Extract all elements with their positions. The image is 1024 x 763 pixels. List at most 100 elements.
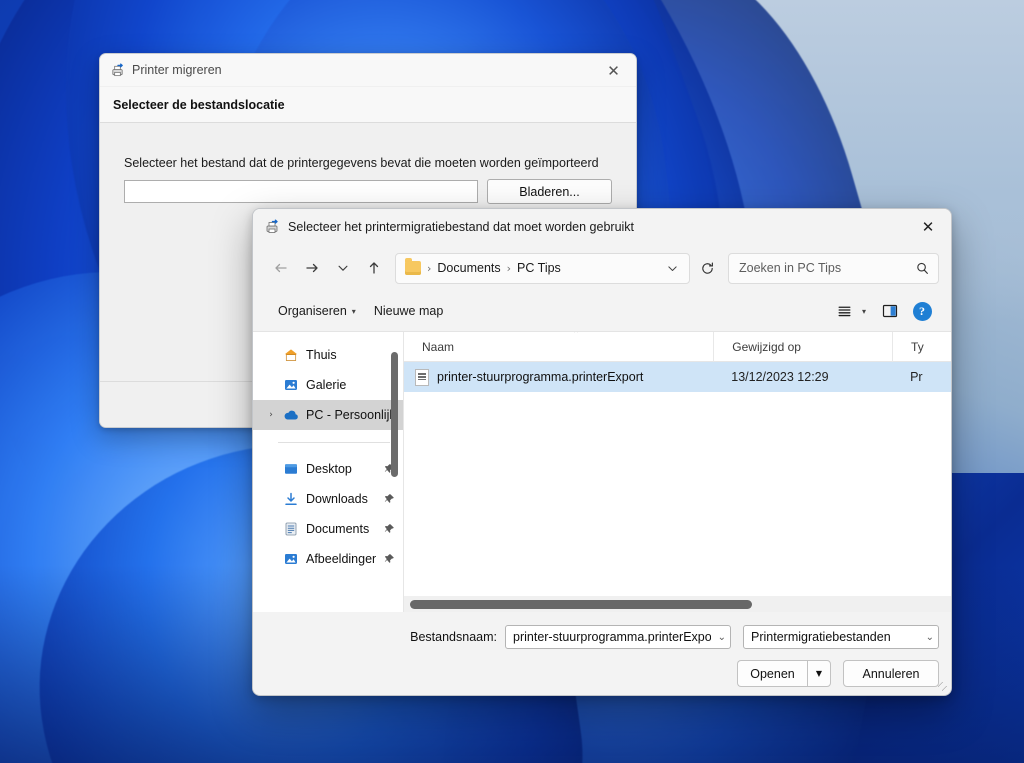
breadcrumb-item-documents[interactable]: Documents bbox=[437, 261, 500, 275]
sidebar-item-label: Thuis bbox=[306, 348, 395, 362]
chevron-down-icon[interactable]: ⌄ bbox=[711, 632, 726, 643]
column-header-naam[interactable]: Naam ⌃ bbox=[404, 332, 713, 362]
desktop-icon bbox=[283, 461, 299, 477]
wizard-title-text: Printer migreren bbox=[132, 63, 222, 77]
sidebar-item-downloads[interactable]: Downloads bbox=[253, 484, 403, 514]
sidebar-scrollbar[interactable] bbox=[390, 340, 401, 608]
column-header-gewijzigd-op[interactable]: Gewijzigd op bbox=[713, 332, 892, 362]
file-open-dialog: Selecteer het printermigratiebestand dat… bbox=[252, 208, 952, 696]
column-header-type[interactable]: Ty bbox=[892, 332, 951, 362]
wizard-heading: Selecteer de bestandslocatie bbox=[100, 87, 636, 123]
sidebar-item-afbeeldingen[interactable]: Afbeeldingen bbox=[253, 544, 403, 574]
refresh-icon[interactable] bbox=[692, 253, 722, 284]
breadcrumb-separator: › bbox=[427, 262, 431, 275]
sidebar-item-label: Desktop bbox=[306, 462, 376, 476]
file-type-filter-select[interactable]: Printermigratiebestanden ⌄ bbox=[743, 625, 939, 649]
wizard-path-input[interactable] bbox=[124, 180, 478, 203]
sidebar-item-galerie[interactable]: Galerie bbox=[253, 370, 403, 400]
sidebar-item-label: Downloads bbox=[306, 492, 376, 506]
new-folder-button[interactable]: Nieuwe map bbox=[365, 297, 452, 325]
file-dialog-close-button[interactable]: ✕ bbox=[905, 209, 951, 245]
expand-chevron-right-icon[interactable]: › bbox=[264, 400, 278, 430]
sidebar-item-documents[interactable]: Documents bbox=[253, 514, 403, 544]
dialog-content: Thuis Galerie › PC - Persoonlijk bbox=[253, 331, 951, 612]
column-header-label: Gewijzigd op bbox=[732, 340, 801, 354]
sidebar-item-label: PC - Persoonlijk bbox=[306, 408, 395, 422]
organize-label: Organiseren bbox=[278, 304, 347, 318]
file-date-cell: 13/12/2023 12:29 bbox=[713, 370, 892, 384]
preview-pane-icon[interactable] bbox=[875, 297, 905, 325]
chevron-down-icon[interactable]: ⌄ bbox=[919, 632, 934, 643]
filename-row: Bestandsnaam: printer-stuurprogramma.pri… bbox=[410, 625, 939, 649]
chevron-down-icon[interactable] bbox=[327, 253, 358, 284]
horizontal-scrollbar-thumb[interactable] bbox=[410, 600, 752, 609]
file-dialog-title-text: Selecteer het printermigratiebestand dat… bbox=[288, 220, 634, 234]
wizard-description: Selecteer het bestand dat de printergege… bbox=[124, 156, 612, 170]
filename-label: Bestandsnaam: bbox=[410, 630, 497, 644]
new-folder-label: Nieuwe map bbox=[374, 304, 443, 318]
breadcrumb[interactable]: › Documents › PC Tips bbox=[395, 253, 690, 284]
file-name-cell: printer-stuurprogramma.printerExport bbox=[404, 369, 713, 386]
arrow-left-icon[interactable] bbox=[265, 253, 296, 284]
filename-value: printer-stuurprogramma.printerExport bbox=[513, 630, 711, 644]
file-dialog-title-bar: Selecteer het printermigratiebestand dat… bbox=[253, 209, 951, 245]
footer-button-row: Openen ▼ Annuleren bbox=[737, 660, 939, 687]
column-header-label: Ty bbox=[911, 340, 924, 354]
breadcrumb-item-pc-tips[interactable]: PC Tips bbox=[517, 261, 561, 275]
column-header-label: Naam bbox=[422, 340, 454, 354]
arrow-right-icon[interactable] bbox=[296, 253, 327, 284]
onedrive-cloud-icon bbox=[283, 408, 299, 422]
sidebar-item-desktop[interactable]: Desktop bbox=[253, 454, 403, 484]
browse-button[interactable]: Bladeren... bbox=[487, 179, 612, 204]
breadcrumb-chevron-down-icon[interactable] bbox=[659, 255, 685, 282]
printer-migrate-icon bbox=[264, 219, 280, 235]
navigation-pane-scroll: Thuis Galerie › PC - Persoonlijk bbox=[253, 332, 403, 574]
help-glyph: ? bbox=[913, 302, 932, 321]
file-name-label: printer-stuurprogramma.printerExport bbox=[437, 370, 643, 384]
dialog-footer: Bestandsnaam: printer-stuurprogramma.pri… bbox=[253, 612, 951, 694]
cancel-button[interactable]: Annuleren bbox=[843, 660, 939, 687]
file-list-pane: Naam ⌃ Gewijzigd op Ty printer-stuurprog… bbox=[403, 332, 951, 612]
open-button[interactable]: Openen bbox=[737, 660, 807, 687]
search-icon[interactable] bbox=[915, 261, 930, 276]
view-list-icon[interactable] bbox=[830, 297, 860, 325]
command-toolbar: Organiseren ▾ Nieuwe map ▾ ? bbox=[253, 291, 951, 331]
sidebar-item-pc-persoonlijk[interactable]: › PC - Persoonlijk bbox=[253, 400, 403, 430]
table-row[interactable]: printer-stuurprogramma.printerExport 13/… bbox=[404, 362, 951, 392]
sidebar-item-label: Afbeeldingen bbox=[306, 552, 376, 566]
navigation-pane: Thuis Galerie › PC - Persoonlijk bbox=[253, 332, 403, 612]
filename-input[interactable]: printer-stuurprogramma.printerExport ⌄ bbox=[505, 625, 731, 649]
documents-icon bbox=[283, 521, 299, 537]
sidebar-divider bbox=[278, 442, 390, 443]
wizard-path-row: Bladeren... bbox=[124, 179, 612, 204]
chevron-down-icon: ▾ bbox=[352, 307, 356, 316]
home-icon bbox=[283, 347, 299, 363]
search-box[interactable] bbox=[728, 253, 939, 284]
file-type-cell: Pr bbox=[892, 370, 951, 384]
sidebar-scrollbar-thumb[interactable] bbox=[391, 352, 398, 477]
gallery-icon bbox=[283, 377, 299, 393]
organize-button[interactable]: Organiseren ▾ bbox=[269, 297, 365, 325]
help-icon[interactable]: ? bbox=[907, 297, 937, 325]
sidebar-item-label: Galerie bbox=[306, 378, 395, 392]
downloads-icon bbox=[283, 491, 299, 507]
open-split-dropdown-button[interactable]: ▼ bbox=[807, 660, 831, 687]
wizard-body: Selecteer het bestand dat de printergege… bbox=[100, 123, 636, 204]
generic-file-icon bbox=[415, 369, 429, 386]
search-input[interactable] bbox=[739, 261, 915, 275]
wizard-title-bar: Printer migreren ✕ bbox=[100, 54, 636, 87]
resize-grip[interactable] bbox=[938, 682, 948, 692]
sort-ascending-icon: ⌃ bbox=[572, 332, 580, 340]
toolbar-right-group: ▾ ? bbox=[830, 297, 937, 325]
column-header-row: Naam ⌃ Gewijzigd op Ty bbox=[404, 332, 951, 362]
horizontal-scrollbar[interactable] bbox=[404, 596, 951, 612]
sidebar-item-thuis[interactable]: Thuis bbox=[253, 340, 403, 370]
view-chevron-down-icon[interactable]: ▾ bbox=[862, 307, 866, 316]
navigation-bar: › Documents › PC Tips bbox=[253, 245, 951, 291]
wizard-close-button[interactable]: ✕ bbox=[591, 54, 636, 87]
printer-migrate-icon bbox=[110, 63, 125, 78]
folder-icon bbox=[405, 261, 421, 275]
sidebar-item-label: Documents bbox=[306, 522, 376, 536]
breadcrumb-separator: › bbox=[507, 262, 511, 275]
arrow-up-icon[interactable] bbox=[358, 253, 389, 284]
